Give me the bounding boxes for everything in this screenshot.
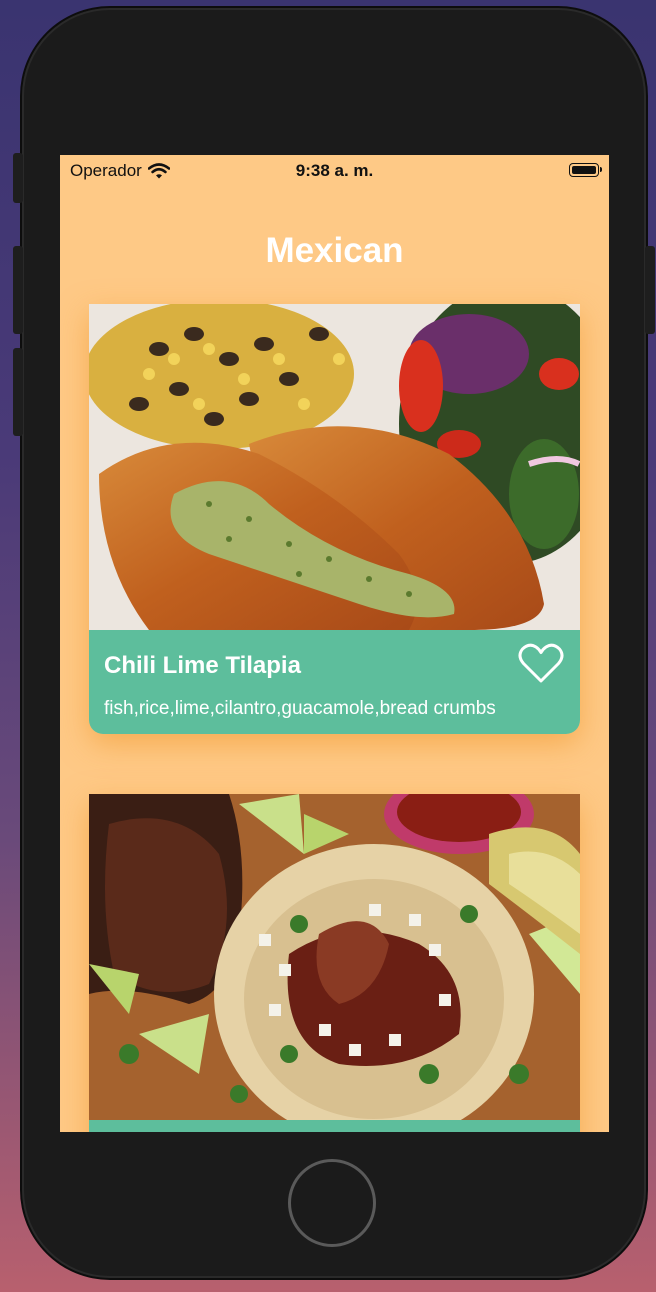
- status-bar: Operador 9:38 a. m.: [60, 155, 609, 189]
- recipe-card[interactable]: [89, 794, 580, 1132]
- recipe-ingredients: fish,rice,lime,cilantro,guacamole,bread …: [104, 698, 496, 719]
- page-title: Mexican: [265, 231, 404, 270]
- heart-outline-icon[interactable]: [518, 642, 564, 684]
- app-screen: Operador 9:38 a. m. Mexican Chili Lime T…: [60, 155, 609, 1132]
- volume-up-button: [13, 246, 23, 334]
- recipe-card-footer: Chili Lime Tilapia fish,rice,lime,cilant…: [89, 630, 580, 734]
- status-time: 9:38 a. m.: [295, 161, 374, 180]
- power-button: [645, 246, 655, 334]
- recipe-title: Chili Lime Tilapia: [104, 652, 301, 679]
- recipe-image: [89, 304, 580, 630]
- battery-icon: [569, 163, 602, 177]
- home-button[interactable]: [288, 1159, 376, 1247]
- recipe-card[interactable]: Chili Lime Tilapia fish,rice,lime,cilant…: [89, 304, 580, 734]
- volume-down-button: [13, 348, 23, 436]
- mute-switch: [13, 153, 23, 203]
- recipe-image: [89, 794, 580, 1120]
- recipe-card-footer: [89, 1120, 580, 1132]
